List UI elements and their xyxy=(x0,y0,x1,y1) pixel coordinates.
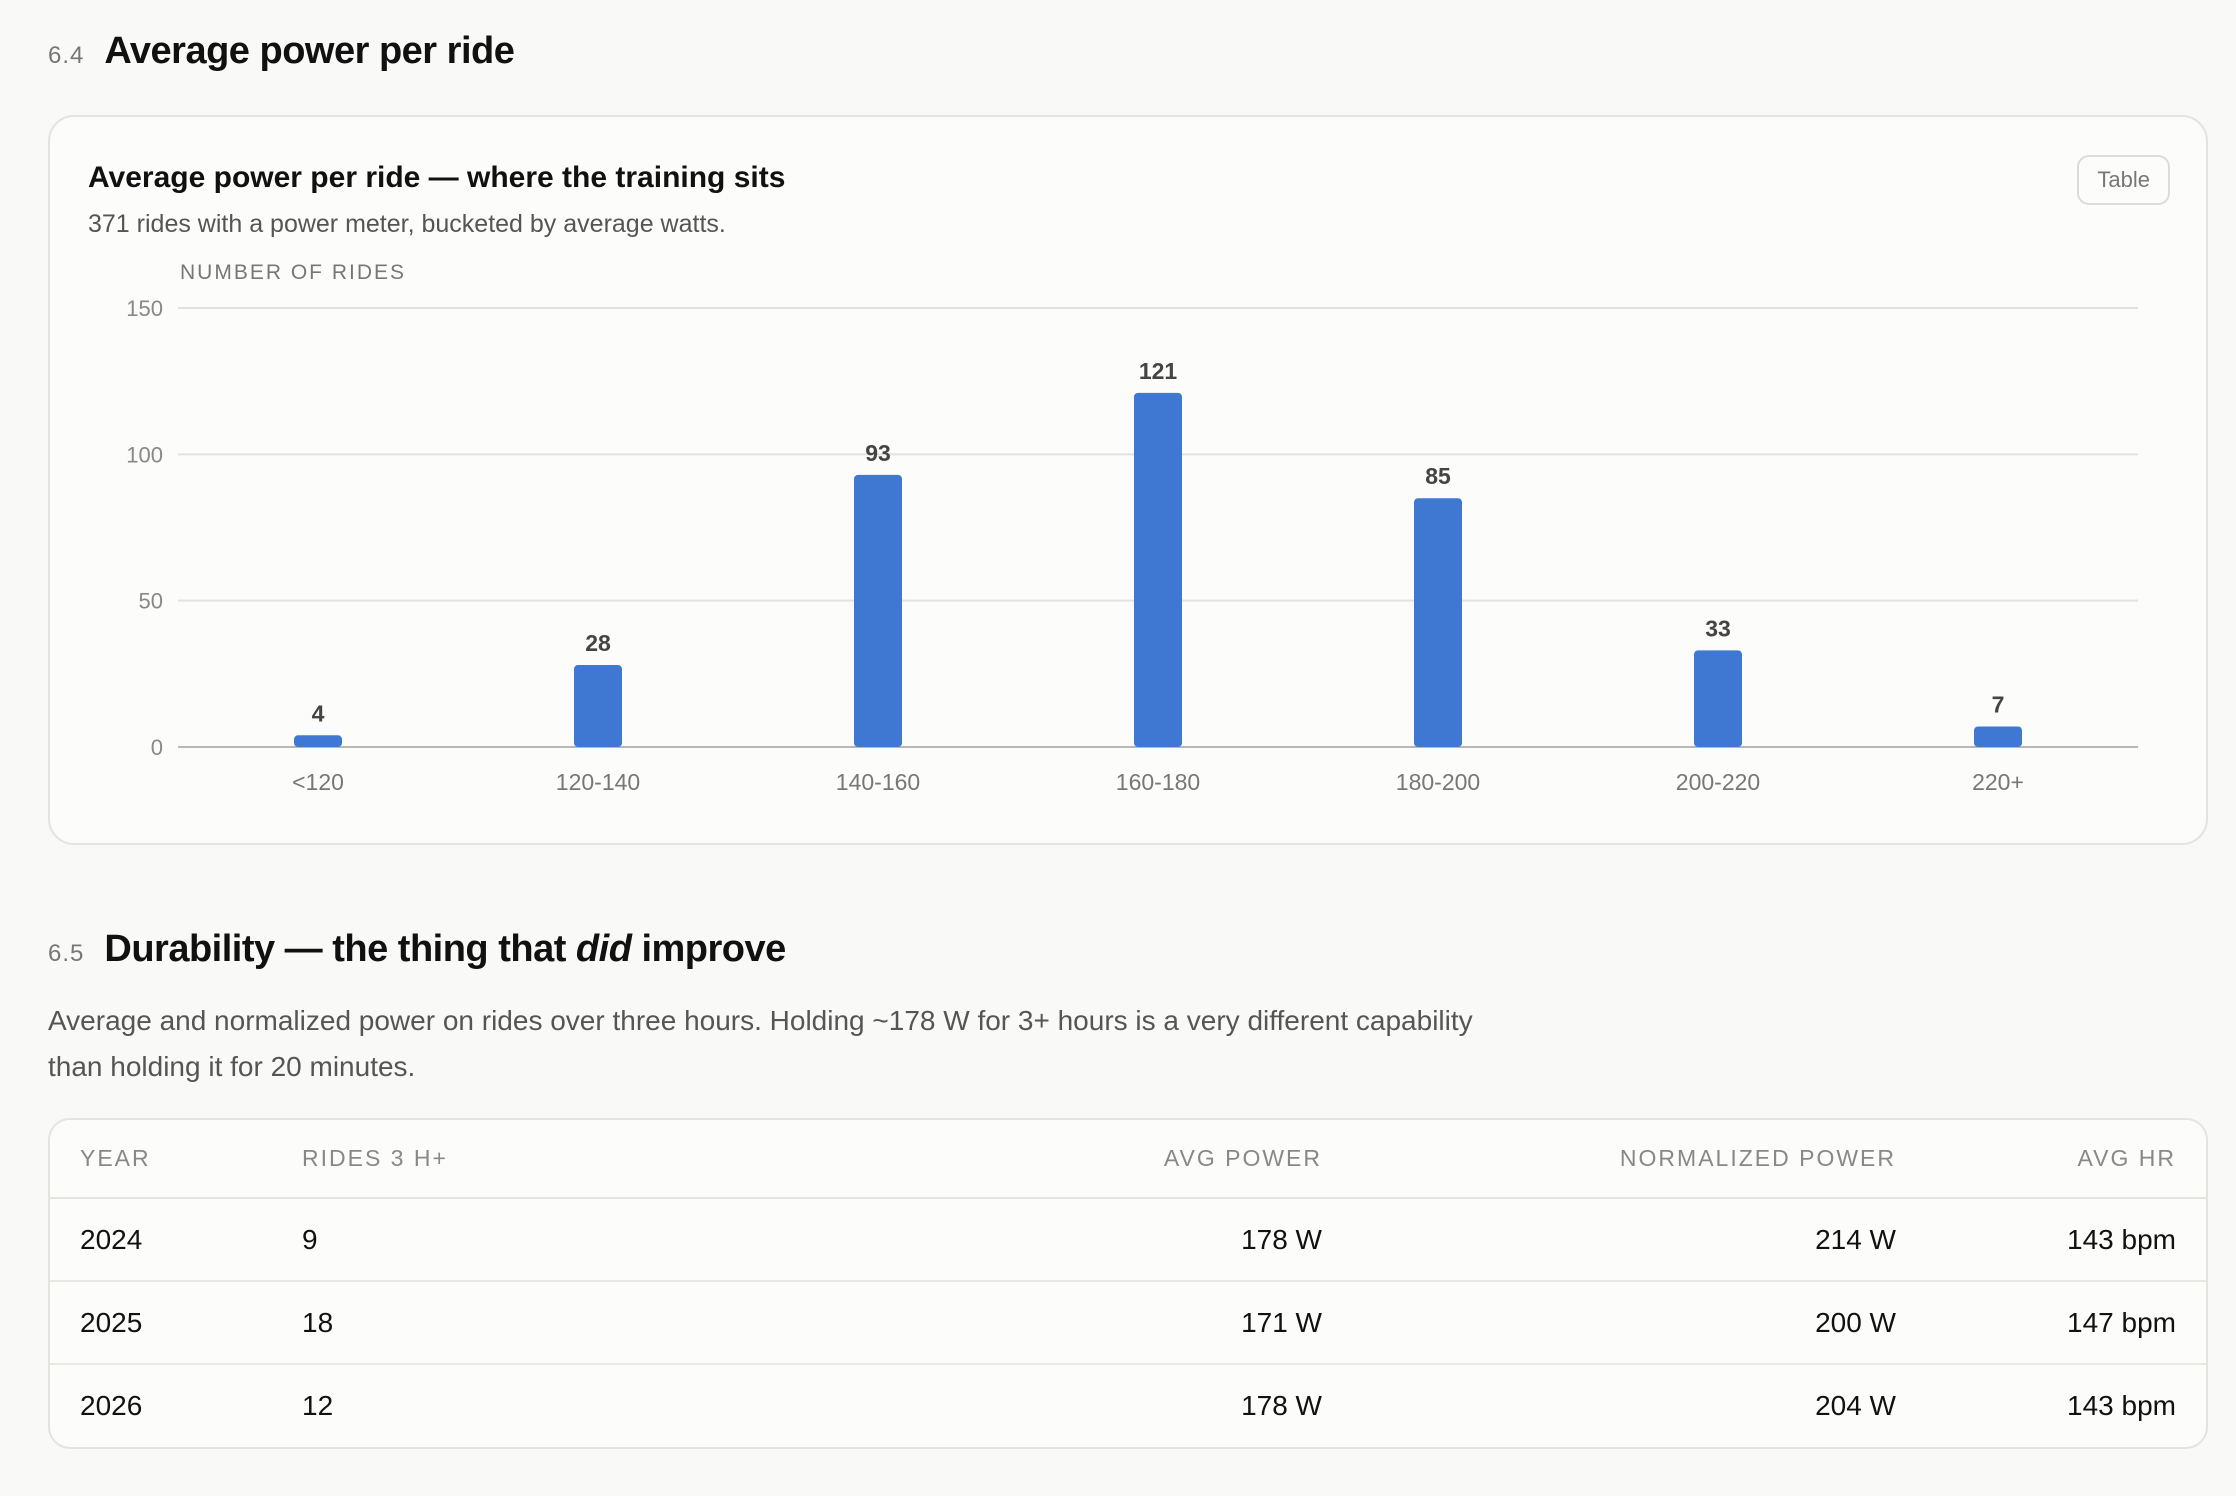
section-number: 6.5 xyxy=(48,940,85,967)
chart-card: NUMBER OF RIDES 0 50 100 150 4 <120 28 120-140 93… xyxy=(48,115,2208,845)
chart-title: Average power per ride — where the train… xyxy=(88,161,786,194)
section-number: 6.4 xyxy=(48,42,85,69)
cell-rides: 9 xyxy=(272,1198,772,1282)
col-header-normalized-power: Normalized power xyxy=(1352,1120,1926,1199)
bar xyxy=(294,735,342,747)
section-heading-6-4: 6.4 Average power per ride xyxy=(48,30,515,73)
y-tick-label: 50 xyxy=(139,589,163,614)
data-label: 4 xyxy=(312,700,325,726)
x-tick-label: 140-160 xyxy=(836,769,920,795)
bar xyxy=(1414,498,1462,747)
table-row: 2024 9 178 W 214 W 143 bpm xyxy=(50,1198,2206,1282)
y-axis-label: NUMBER OF RIDES xyxy=(180,261,406,284)
cell-normalized-power: 200 W xyxy=(1352,1281,1926,1365)
title-part: improve xyxy=(631,928,786,970)
bar xyxy=(1134,392,1182,747)
bar xyxy=(1974,726,2022,747)
section-heading-6-5: 6.5 Durability — the thing that did impr… xyxy=(48,928,786,971)
cell-year: 2024 xyxy=(50,1198,272,1282)
table-header-row: Year Rides 3 h+ Avg power Normalized pow… xyxy=(50,1120,2206,1199)
section-description: Average and normalized power on rides ov… xyxy=(48,1005,1473,1082)
bar xyxy=(574,665,622,747)
data-label: 28 xyxy=(585,630,611,656)
col-header-avg-hr: Avg HR xyxy=(1926,1120,2206,1199)
cell-avg-power: 178 W xyxy=(772,1198,1352,1282)
title-part: Durability — the thing that xyxy=(104,928,576,970)
title-emphasis: did xyxy=(575,928,632,970)
x-tick-label: 160-180 xyxy=(1116,769,1200,795)
bar xyxy=(854,474,902,747)
table-row: 2026 12 178 W 204 W 143 bpm xyxy=(50,1364,2206,1447)
data-label: 93 xyxy=(865,440,891,466)
section-title: Average power per ride xyxy=(104,30,515,72)
col-header-rides: Rides 3 h+ xyxy=(272,1120,772,1199)
x-tick-label: 180-200 xyxy=(1396,769,1480,795)
cell-avg-power: 178 W xyxy=(1241,1390,1322,1421)
cell-avg-power: 171 W xyxy=(772,1281,1352,1365)
data-label: 121 xyxy=(1139,358,1178,384)
page: 6.4 Average power per ride NUMBER OF RID… xyxy=(0,0,2236,1496)
cell-avg-hr: 147 bpm xyxy=(1926,1281,2206,1365)
cell-year: 2026 xyxy=(80,1390,143,1421)
y-tick-label: 100 xyxy=(126,442,163,467)
table-toggle-button[interactable]: Table xyxy=(2077,155,2170,205)
x-tick-label: <120 xyxy=(292,769,344,795)
cell-avg-hr: 143 bpm xyxy=(1926,1198,2206,1282)
cell-avg-hr: 143 bpm xyxy=(2067,1390,2176,1421)
chart-subtitle: 371 rides with a power meter, bucketed b… xyxy=(88,210,726,238)
section-title: Durability — the thing that did improve xyxy=(104,928,786,971)
cell-year: 2025 xyxy=(50,1281,272,1365)
durability-table: Year Rides 3 h+ Avg power Normalized pow… xyxy=(48,1118,2208,1449)
y-tick-label: 150 xyxy=(126,296,163,321)
x-tick-label: 200-220 xyxy=(1676,769,1760,795)
x-tick-label: 220+ xyxy=(1972,769,2024,795)
cell-rides: 12 xyxy=(302,1390,334,1421)
col-header-year: Year xyxy=(50,1120,272,1199)
table-row: 2025 18 171 W 200 W 147 bpm xyxy=(50,1281,2206,1365)
bar xyxy=(1694,650,1742,747)
x-tick-label: 120-140 xyxy=(556,769,640,795)
data-label: 33 xyxy=(1705,615,1731,641)
y-tick-label: 0 xyxy=(151,735,163,760)
cell-normalized-power: 204 W xyxy=(1815,1390,1896,1421)
data-label: 85 xyxy=(1425,463,1451,489)
data-label: 7 xyxy=(1992,692,2005,718)
cell-rides: 18 xyxy=(272,1281,772,1365)
col-header-avg-power: Avg power xyxy=(772,1120,1352,1199)
cell-normalized-power: 214 W xyxy=(1352,1198,1926,1282)
